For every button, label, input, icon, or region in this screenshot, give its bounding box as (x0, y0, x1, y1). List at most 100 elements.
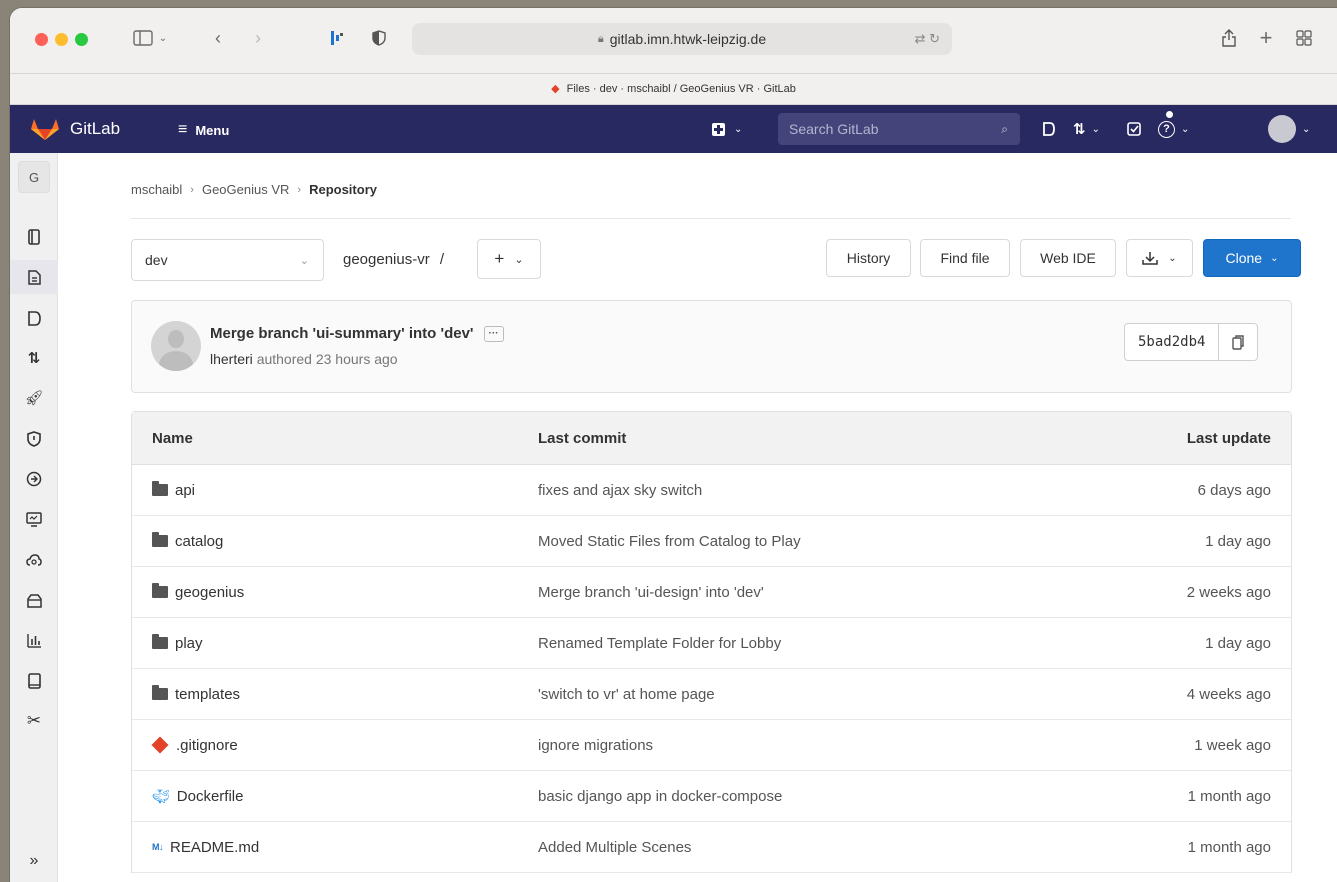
maximize-window-button[interactable] (75, 33, 88, 46)
todos-icon[interactable] (1127, 117, 1142, 141)
privacy-shield-icon[interactable] (368, 24, 390, 52)
address-bar[interactable]: 🔒︎ gitlab.imn.htwk-leipzig.de ⇄ ↻ (412, 23, 952, 55)
merge-requests-header-icon[interactable]: ⇅ ⌄ (1073, 117, 1100, 141)
project-avatar[interactable]: G (18, 161, 50, 193)
last-commit-cell[interactable]: basic django app in docker-compose (538, 788, 782, 805)
breadcrumb-current[interactable]: Repository (309, 182, 377, 197)
wiki-icon[interactable] (10, 664, 58, 698)
file-name-cell[interactable]: M↓ README.md (152, 839, 259, 856)
gitlab-logo-icon[interactable] (30, 117, 60, 141)
user-avatar[interactable] (1268, 115, 1296, 143)
sidebar-toggle-icon[interactable]: ⌄ (130, 24, 170, 52)
last-commit-panel: Merge branch 'ui-summary' into 'dev' ···… (131, 300, 1292, 393)
last-commit-cell[interactable]: ignore migrations (538, 737, 653, 754)
file-name-cell[interactable]: templates (152, 685, 240, 703)
analytics-icon[interactable] (10, 623, 58, 657)
minimize-window-button[interactable] (55, 33, 68, 46)
breadcrumb: mschaibl › GeoGenius VR › Repository (131, 182, 377, 197)
table-row[interactable]: .gitignore ignore migrations 1 week ago (132, 720, 1291, 771)
repository-icon[interactable] (10, 260, 58, 294)
last-commit-cell[interactable]: fixes and ajax sky switch (538, 482, 702, 499)
translate-icon[interactable]: ⇄ ↻ (915, 31, 940, 47)
help-icon[interactable]: ? ⌄ (1158, 111, 1189, 141)
forward-icon[interactable]: › (248, 24, 268, 52)
file-name-cell[interactable]: catalog (152, 532, 223, 550)
project-overview-icon[interactable] (10, 220, 58, 254)
commit-author[interactable]: lherteri (210, 351, 253, 367)
file-name-cell[interactable]: api (152, 481, 195, 499)
last-commit-cell[interactable]: Renamed Template Folder for Lobby (538, 635, 781, 652)
add-to-tree-button[interactable]: + ⌄ (477, 239, 541, 279)
snippets-icon[interactable]: ✂︎ (10, 704, 58, 738)
file-name-cell[interactable]: .gitignore (151, 737, 238, 754)
issues-icon[interactable] (10, 301, 58, 335)
commit-title: Merge branch 'ui-summary' into 'dev' ··· (210, 325, 504, 342)
file-tree-table: Name Last commit Last update api fixes an… (131, 411, 1292, 873)
breadcrumb-user[interactable]: mschaibl (131, 182, 182, 197)
commit-authored-text: authored 23 hours ago (256, 351, 398, 367)
download-button[interactable]: ⌄ (1126, 239, 1193, 277)
table-row[interactable]: play Renamed Template Folder for Lobby 1 d… (132, 618, 1291, 669)
file-name[interactable]: README.md (170, 839, 259, 856)
file-name-cell[interactable]: geogenius (152, 583, 244, 601)
merge-requests-icon[interactable]: ⇅ (10, 341, 58, 375)
extension-icon[interactable] (326, 24, 348, 52)
active-tab[interactable]: ◆ Files · dev · mschaibl / GeoGenius VR … (10, 82, 1337, 95)
last-update-cell: 1 day ago (1205, 532, 1271, 550)
issues-header-icon[interactable] (1042, 117, 1056, 141)
file-name[interactable]: templates (175, 686, 240, 703)
chevron-down-icon[interactable]: ⌄ (1302, 117, 1310, 141)
menu-button[interactable]: ≡ Menu (178, 121, 229, 139)
last-commit-cell[interactable]: 'switch to vr' at home page (538, 686, 715, 703)
last-commit-cell[interactable]: Added Multiple Scenes (538, 839, 691, 856)
docker-file-icon: 🐳︎ (152, 787, 170, 804)
close-window-button[interactable] (35, 33, 48, 46)
file-name[interactable]: api (175, 482, 195, 499)
table-row[interactable]: geogenius Merge branch 'ui-design' into '… (132, 567, 1291, 618)
ellipsis-icon[interactable]: ··· (483, 325, 504, 342)
file-name-cell[interactable]: play (152, 634, 203, 652)
repo-path-link[interactable]: geogenius-vr (343, 251, 430, 268)
chevron-right-icon: › (190, 183, 194, 196)
infrastructure-icon[interactable] (10, 543, 58, 577)
last-commit-cell[interactable]: Moved Static Files from Catalog to Play (538, 533, 801, 550)
search-input[interactable]: Search GitLab ⌕ (778, 113, 1020, 145)
file-name[interactable]: play (175, 635, 203, 652)
security-icon[interactable] (10, 422, 58, 456)
file-name[interactable]: Dockerfile (177, 788, 244, 805)
file-name[interactable]: catalog (175, 533, 223, 550)
file-name[interactable]: geogenius (175, 584, 244, 601)
share-icon[interactable] (1218, 24, 1240, 52)
divider (131, 218, 1291, 219)
find-file-button[interactable]: Find file (920, 239, 1010, 277)
table-row[interactable]: api fixes and ajax sky switch 6 days ago (132, 465, 1291, 516)
new-tab-icon[interactable]: + (1255, 24, 1277, 52)
table-row[interactable]: templates 'switch to vr' at home page 4 we… (132, 669, 1291, 720)
deployments-icon[interactable] (10, 462, 58, 496)
table-row[interactable]: catalog Moved Static Files from Catalog t… (132, 516, 1291, 567)
file-name[interactable]: .gitignore (176, 737, 238, 754)
table-row[interactable]: 🐳︎ Dockerfile basic django app in docker-c… (132, 771, 1291, 822)
collapse-sidebar-icon[interactable]: » (10, 846, 58, 876)
commit-sha[interactable]: 5bad2db4 (1125, 324, 1220, 360)
history-button[interactable]: History (826, 239, 911, 277)
main-content: mschaibl › GeoGenius VR › Repository dev… (58, 153, 1337, 882)
copy-icon[interactable] (1219, 324, 1257, 360)
ci-cd-icon[interactable]: 🚀︎ (10, 381, 58, 415)
table-row[interactable]: M↓ README.md Added Multiple Scenes 1 month … (132, 822, 1291, 873)
file-name-cell[interactable]: 🐳︎ Dockerfile (152, 788, 243, 805)
last-commit-cell[interactable]: Merge branch 'ui-design' into 'dev' (538, 584, 764, 601)
web-ide-button[interactable]: Web IDE (1020, 239, 1116, 277)
commit-message[interactable]: Merge branch 'ui-summary' into 'dev' (210, 325, 474, 342)
back-icon[interactable]: ‹ (208, 24, 228, 52)
author-avatar[interactable] (151, 321, 201, 371)
breadcrumb-project[interactable]: GeoGenius VR (202, 182, 289, 197)
create-new-button[interactable]: ⌄ (712, 117, 742, 141)
packages-icon[interactable] (10, 583, 58, 617)
branch-dropdown[interactable]: dev ⌄ (131, 239, 324, 281)
monitor-icon[interactable] (10, 502, 58, 536)
tab-overview-icon[interactable] (1292, 24, 1316, 52)
last-update-cell: 1 week ago (1194, 736, 1271, 754)
clone-button[interactable]: Clone ⌄ (1203, 239, 1301, 277)
gitlab-brand[interactable]: GitLab (70, 119, 120, 139)
